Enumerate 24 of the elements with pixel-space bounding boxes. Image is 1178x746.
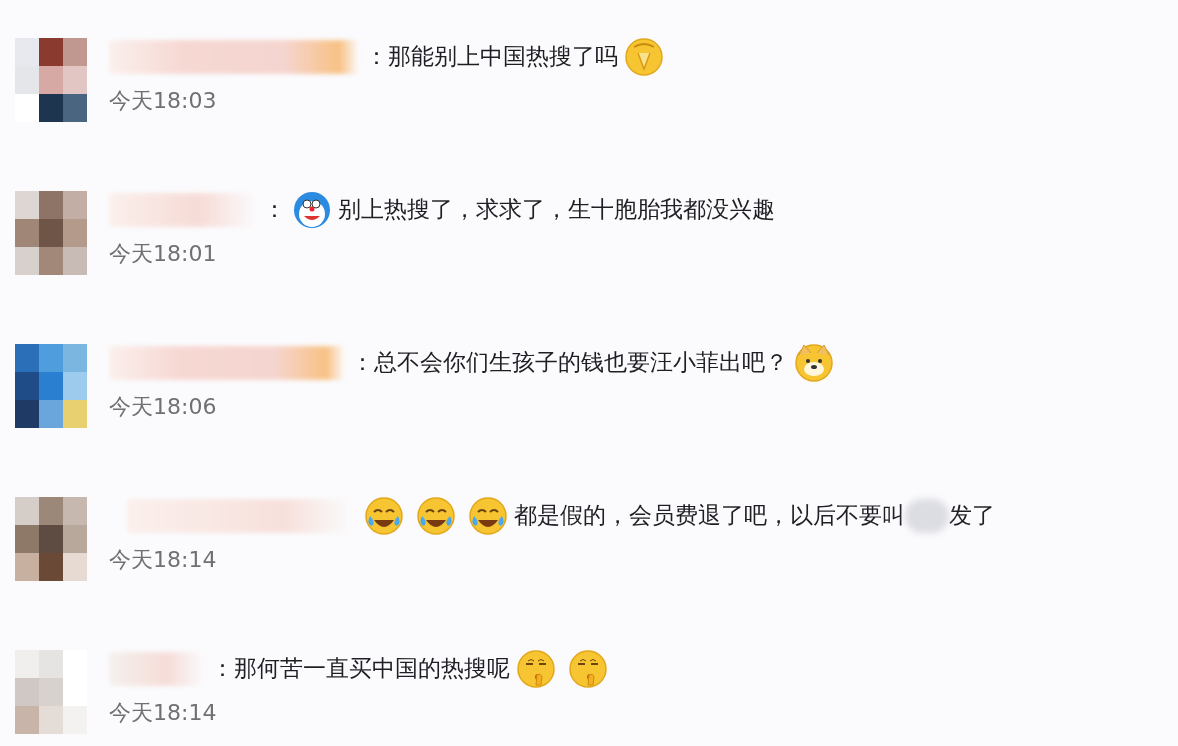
- comment-text: 那能别上中国热搜了吗: [388, 43, 618, 71]
- face-emoji-icon: [416, 496, 456, 536]
- comment-text: ：: [365, 43, 388, 71]
- comment-time: 今天18:06: [109, 393, 218, 421]
- comment-time: 今天18:14: [109, 699, 218, 727]
- comment-text: 都是假的，会员费退了吧，以后不要叫: [514, 502, 905, 530]
- face-emoji-icon: [364, 496, 404, 536]
- robot-emoji-icon: [292, 190, 332, 230]
- dog-emoji-icon: [794, 343, 834, 383]
- comment-time: 今天18:01: [109, 240, 218, 268]
- blurred-patch: [905, 499, 949, 533]
- comment-text: ：: [211, 655, 234, 683]
- comment-text: 那何苦一直买中国的热搜呢: [234, 655, 510, 683]
- comment-time: 今天18:14: [109, 546, 218, 574]
- comment-text: 总不会你们生孩子的钱也要汪小菲出吧？: [374, 349, 788, 377]
- comment-text: ：: [263, 196, 286, 224]
- face-emoji-icon: [568, 649, 608, 689]
- comment-text: 别上热搜了，求求了，生十胞胎我都没兴趣: [338, 196, 775, 224]
- face-emoji-icon: [624, 37, 664, 77]
- comment-text: ：: [351, 349, 374, 377]
- comment-time: 今天18:03: [109, 87, 218, 115]
- comment-text: 发了: [949, 502, 995, 530]
- face-emoji-icon: [468, 496, 508, 536]
- face-emoji-icon: [516, 649, 556, 689]
